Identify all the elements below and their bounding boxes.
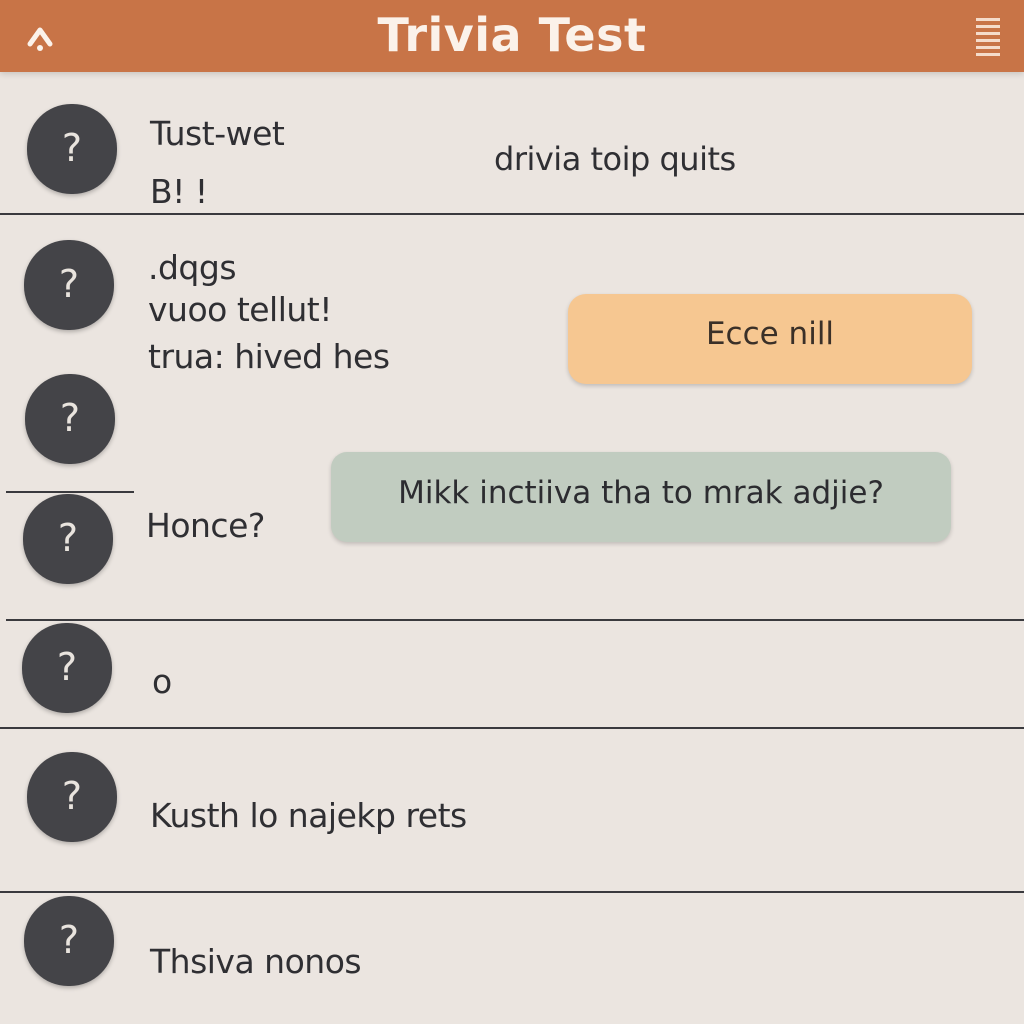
question-icon[interactable]: ?	[22, 623, 112, 713]
app-header: Trivia Test	[0, 0, 1024, 72]
row-divider	[0, 891, 1024, 893]
question-icon[interactable]: ?	[24, 896, 114, 986]
question-text-line: vuoo tellut!	[148, 290, 332, 329]
question-text-line: Tust-wet	[150, 114, 285, 153]
question-icon[interactable]: ?	[23, 494, 113, 584]
question-text-line: Thsiva nonos	[150, 942, 362, 981]
menu-button[interactable]	[970, 14, 1006, 58]
row-divider	[6, 619, 1024, 621]
question-icon[interactable]: ?	[25, 374, 115, 464]
question-icon[interactable]: ?	[27, 104, 117, 194]
menu-lines-icon	[976, 18, 1000, 56]
question-text-line: trua: hived hes	[148, 337, 390, 376]
row-divider	[0, 213, 1024, 215]
question-text-line: Honce?	[146, 506, 265, 545]
question-text-line: .dqgs	[148, 248, 237, 287]
question-text-line: B! !	[150, 172, 208, 211]
prompt-bubble[interactable]: Mikk inctiiva tha to mrak adjie?	[331, 452, 951, 542]
answer-button[interactable]: Ecce nill	[568, 294, 972, 384]
row-divider	[0, 727, 1024, 729]
question-text-line: Kusth lo najekp rets	[150, 796, 467, 835]
quiz-topic-label: drivia toip quits	[494, 140, 736, 178]
question-text-line: o	[152, 662, 172, 701]
question-icon[interactable]: ?	[24, 240, 114, 330]
page-title: Trivia Test	[377, 8, 647, 62]
question-icon[interactable]: ?	[27, 752, 117, 842]
row-divider	[6, 491, 134, 493]
